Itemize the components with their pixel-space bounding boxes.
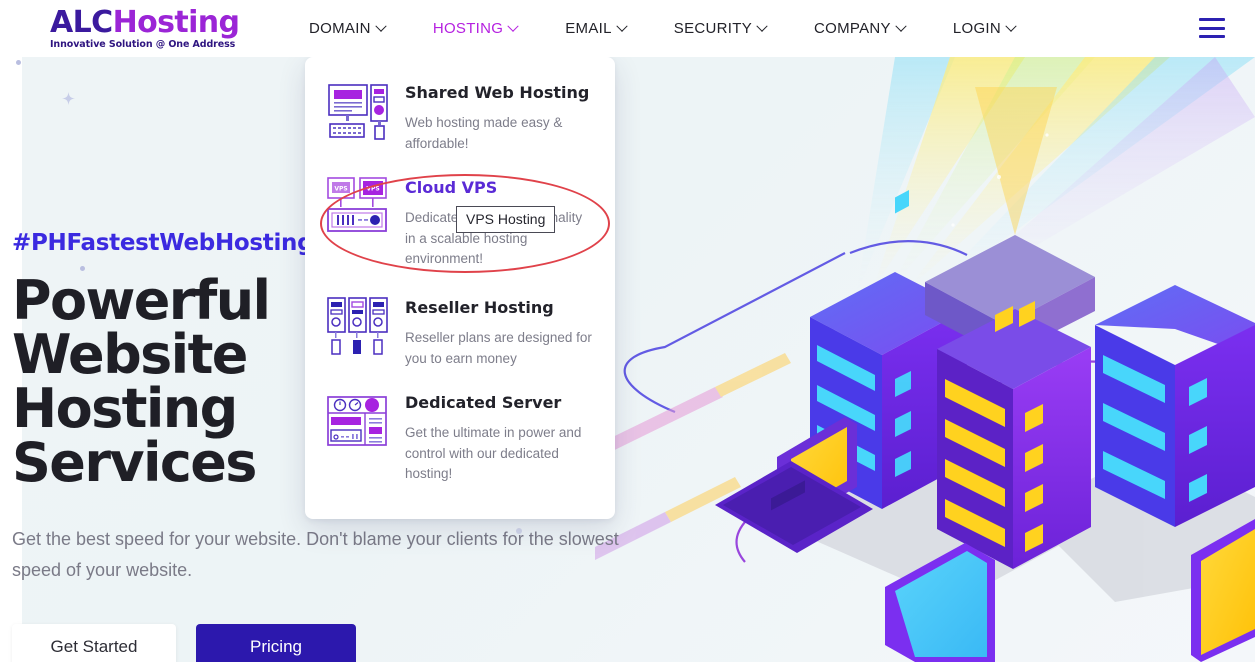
chevron-down-icon [507, 20, 519, 32]
hamburger-bar [1199, 26, 1225, 30]
chevron-down-icon [1005, 20, 1017, 32]
hamburger-bar [1199, 18, 1225, 21]
dropdown-item-shared-web-hosting[interactable]: Shared Web Hosting Web hosting made easy… [327, 81, 593, 154]
pricing-button[interactable]: Pricing [196, 623, 356, 662]
get-started-button[interactable]: Get Started [12, 623, 176, 662]
logo-text: ALCHosting [50, 8, 240, 38]
nav-item-label: EMAIL [565, 20, 612, 37]
vps-server-icon: VPS VPS [327, 176, 389, 238]
logo-tagline: Innovative Solution @ One Address [50, 39, 236, 50]
logo-text-primary: ALC [50, 5, 113, 40]
nav-item-label: COMPANY [814, 20, 891, 37]
nav-item-security[interactable]: SECURITY [650, 0, 790, 57]
dropdown-item-description: Web hosting made easy & affordable! [405, 115, 563, 151]
nav-item-label: DOMAIN [309, 20, 371, 37]
main-navigation: DOMAIN HOSTING EMAIL SECURITY COMPANY LO… [285, 0, 1039, 57]
hosting-dropdown-menu: Shared Web Hosting Web hosting made easy… [305, 57, 615, 519]
chevron-down-icon [895, 20, 907, 32]
dropdown-item-dedicated-server[interactable]: Dedicated Server Get the ultimate in pow… [327, 391, 593, 485]
dropdown-item-title: Shared Web Hosting [405, 83, 590, 102]
page-root: ALCHosting Innovative Solution @ One Add… [0, 0, 1255, 662]
chevron-down-icon [756, 20, 768, 32]
annotation-tooltip: VPS Hosting [456, 206, 556, 233]
dedicated-server-icon [327, 391, 389, 453]
dropdown-item-description: Reseller plans are designed for you to e… [405, 330, 592, 366]
chevron-down-icon [375, 20, 387, 32]
hero-paragraph: Get the best speed for your website. Don… [12, 529, 619, 580]
navbar: ALCHosting Innovative Solution @ One Add… [0, 0, 1255, 57]
nav-item-email[interactable]: EMAIL [541, 0, 650, 57]
chevron-down-icon [616, 20, 628, 32]
nav-item-label: HOSTING [432, 20, 504, 37]
hamburger-menu-icon[interactable] [1199, 18, 1225, 38]
site-logo[interactable]: ALCHosting Innovative Solution @ One Add… [50, 8, 240, 51]
decorative-dot [16, 60, 21, 65]
dropdown-item-description: Get the ultimate in power and control wi… [405, 425, 582, 482]
logo-text-secondary: Hosting [112, 5, 240, 40]
dropdown-item-title: Cloud VPS [405, 178, 498, 198]
nav-item-hosting[interactable]: HOSTING [409, 0, 541, 57]
hero-buttons: Get Started Pricing [12, 623, 712, 662]
decorative-sparkle-icon [62, 92, 75, 105]
server-racks-icon [327, 296, 389, 358]
dropdown-item-title: Dedicated Server [405, 393, 562, 413]
nav-item-label: SECURITY [673, 20, 753, 37]
server-tower-right [1095, 285, 1255, 527]
nav-item-domain[interactable]: DOMAIN [285, 0, 409, 57]
desktop-computer-icon [327, 81, 389, 143]
dropdown-item-reseller-hosting[interactable]: Reseller Hosting Reseller plans are desi… [327, 296, 593, 369]
dropdown-item-text: Reseller Hosting Reseller plans are desi… [405, 296, 593, 369]
svg-text:VPS: VPS [366, 186, 379, 193]
dropdown-item-text: Dedicated Server Get the ultimate in pow… [405, 391, 593, 485]
dropdown-item-title: Reseller Hosting [405, 297, 554, 317]
nav-item-company[interactable]: COMPANY [790, 0, 929, 57]
svg-text:VPS: VPS [334, 186, 347, 193]
hamburger-bar [1199, 35, 1225, 38]
nav-item-label: LOGIN [952, 20, 1002, 37]
dropdown-item-text: Shared Web Hosting Web hosting made easy… [405, 81, 593, 154]
nav-item-login[interactable]: LOGIN [929, 0, 1039, 57]
